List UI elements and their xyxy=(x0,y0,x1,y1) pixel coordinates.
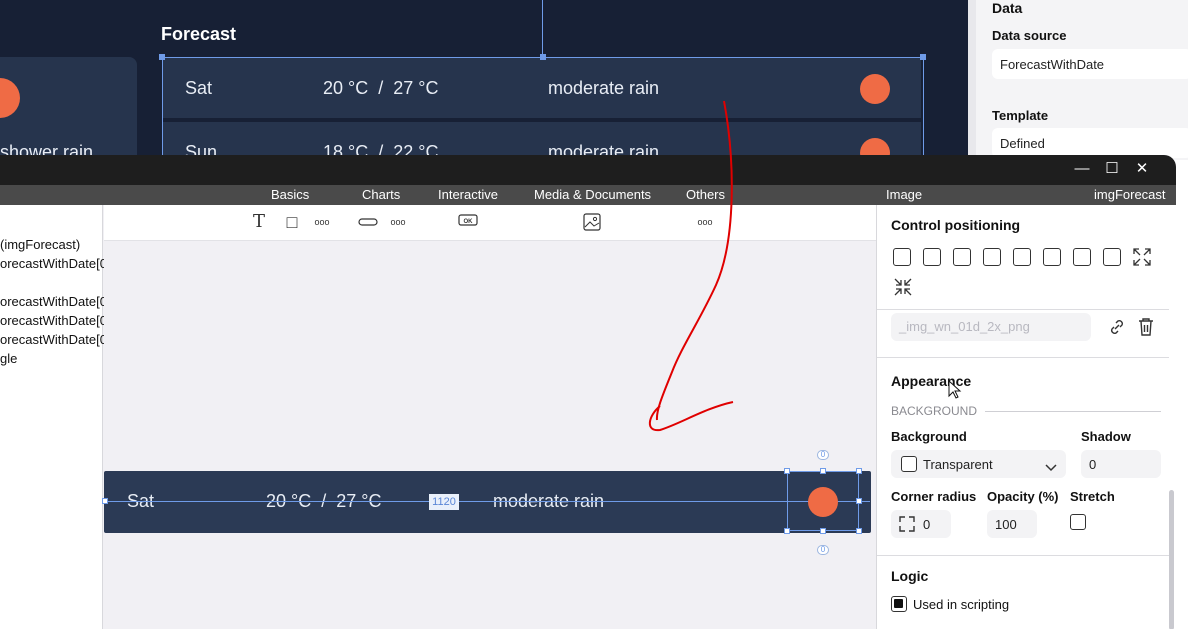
screen: shower rain Forecast Sat 20 °C / 27 °C m… xyxy=(0,0,1188,629)
annotation-arrow xyxy=(648,100,734,432)
